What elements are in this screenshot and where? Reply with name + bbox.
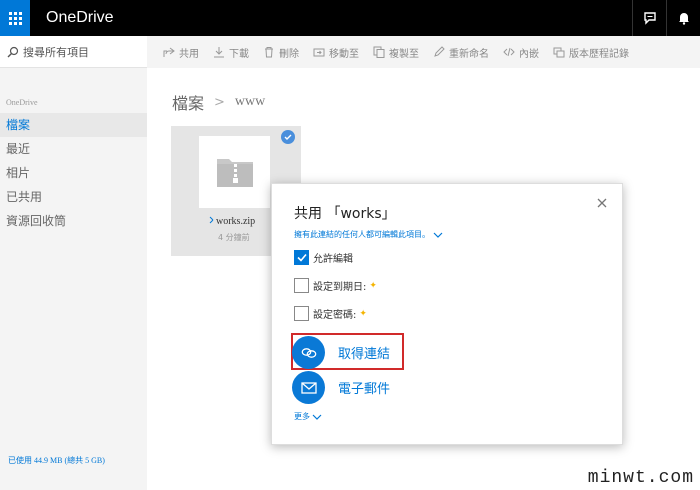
bell-icon: [678, 13, 689, 25]
chevron-down-icon: [312, 414, 322, 420]
delete-command[interactable]: 刪除: [263, 45, 299, 60]
file-name[interactable]: works.zip: [216, 216, 255, 227]
command-bar: 共用 下載 刪除 移動至 複製至 重新命名 內嵌 版本歷程記錄: [147, 36, 700, 68]
sidebar-item-files[interactable]: 檔案: [0, 113, 147, 137]
chat-button[interactable]: [632, 0, 666, 36]
expiry-checkbox[interactable]: [294, 278, 309, 293]
sidebar: 搜尋所有項目 OneDrive 檔案 最近 相片 已共用 資源回收筒 已使用 4…: [0, 36, 147, 490]
expiry-option[interactable]: 設定到期日: ✦: [294, 278, 377, 293]
dialog-title: 共用 「works」: [294, 206, 396, 222]
trash-icon: [265, 47, 273, 58]
sidebar-item-recycle-bin[interactable]: 資源回收筒: [0, 209, 147, 233]
copy-to-command[interactable]: 複製至: [373, 45, 419, 60]
get-link-label: 取得連結: [338, 347, 391, 362]
breadcrumb: 檔案 > www: [172, 90, 265, 114]
email-button[interactable]: 電子郵件: [292, 371, 390, 404]
copy-icon: [373, 46, 385, 58]
search-icon: [7, 46, 19, 57]
rename-command[interactable]: 重新命名: [433, 45, 489, 60]
embed-icon: [503, 47, 515, 57]
premium-star-icon: ✦: [369, 280, 377, 291]
share-icon: [163, 47, 175, 57]
allow-edit-checkbox[interactable]: [294, 250, 309, 265]
close-button[interactable]: [596, 194, 610, 208]
selected-check-icon[interactable]: [281, 130, 295, 144]
search-box[interactable]: 搜尋所有項目: [0, 36, 147, 68]
breadcrumb-separator: >: [214, 94, 225, 110]
password-checkbox[interactable]: [294, 306, 309, 321]
version-history-icon: [553, 47, 565, 58]
password-label: 設定密碼:: [313, 310, 357, 321]
file-thumbnail: [199, 136, 270, 208]
link-permission-dropdown[interactable]: 擁有此連結的任何人都可編輯此項目。: [294, 229, 443, 240]
breadcrumb-root[interactable]: 檔案: [172, 90, 204, 114]
share-command[interactable]: 共用: [163, 45, 199, 60]
shared-indicator-icon: [209, 216, 214, 224]
envelope-icon: [300, 381, 317, 394]
move-to-command[interactable]: 移動至: [313, 45, 359, 60]
chevron-down-icon: [433, 232, 443, 238]
link-icon: [301, 347, 316, 358]
allow-edit-label: 允許編輯: [313, 254, 353, 265]
password-option[interactable]: 設定密碼: ✦: [294, 306, 367, 321]
storage-quota-link[interactable]: 已使用 44.9 MB (總共 5 GB): [8, 455, 105, 466]
file-modified-time: 4 分鐘前: [218, 233, 250, 242]
email-label: 電子郵件: [338, 382, 391, 397]
premium-star-icon: ✦: [359, 308, 367, 319]
nav-header: OneDrive: [6, 98, 38, 107]
breadcrumb-current: www: [234, 94, 266, 109]
watermark: minwt.com: [587, 468, 694, 488]
more-button[interactable]: 更多: [294, 411, 322, 422]
sidebar-item-photos[interactable]: 相片: [0, 161, 147, 185]
version-history-command[interactable]: 版本歷程記錄: [553, 45, 629, 60]
get-link-button[interactable]: 取得連結: [292, 336, 390, 369]
app-title[interactable]: OneDrive: [46, 9, 114, 27]
search-input[interactable]: 搜尋所有項目: [23, 44, 89, 60]
waffle-icon: [8, 11, 22, 25]
download-icon: [214, 47, 224, 58]
move-icon: [313, 48, 325, 57]
download-command[interactable]: 下載: [213, 45, 249, 60]
share-dialog: 共用 「works」 擁有此連結的任何人都可編輯此項目。 允許編輯 設定到期日:…: [271, 183, 623, 445]
allow-edit-option[interactable]: 允許編輯: [294, 250, 353, 265]
top-bar: OneDrive: [0, 0, 700, 36]
zip-file-icon: [216, 159, 253, 187]
close-icon: [597, 198, 607, 208]
expiry-label: 設定到期日:: [313, 282, 367, 293]
app-launcher-button[interactable]: [0, 0, 30, 36]
embed-command[interactable]: 內嵌: [503, 45, 539, 60]
sidebar-item-recent[interactable]: 最近: [0, 137, 147, 161]
checkmark-icon: [296, 253, 307, 262]
rename-icon: [434, 46, 445, 57]
sidebar-item-shared[interactable]: 已共用: [0, 185, 147, 209]
chat-icon: [643, 12, 656, 25]
notifications-button[interactable]: [666, 0, 700, 36]
